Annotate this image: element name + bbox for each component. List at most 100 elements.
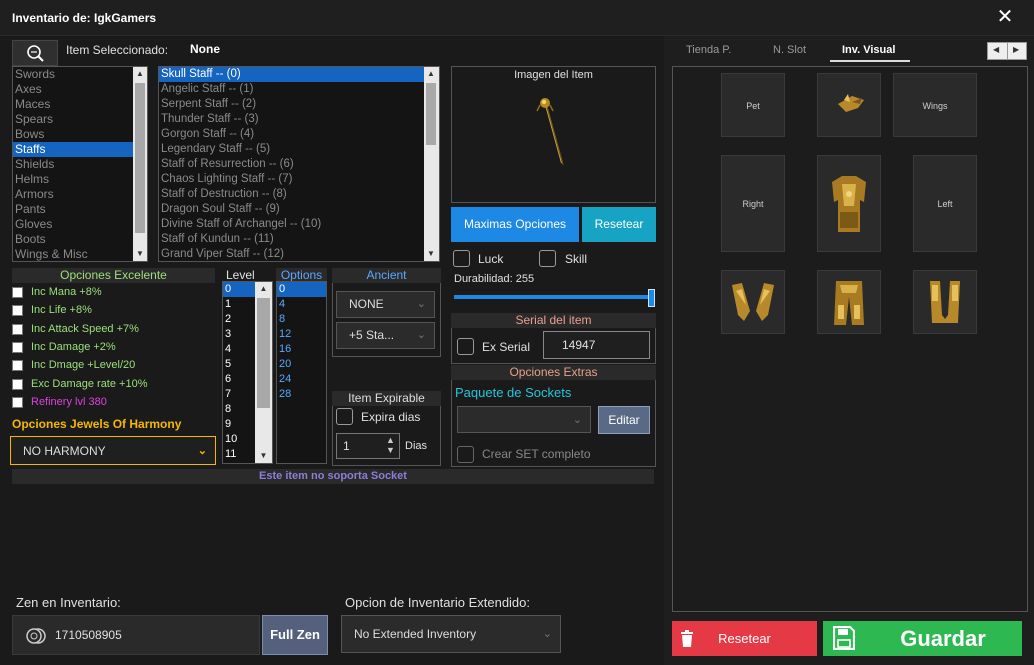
tab-scroller[interactable]: ◀ ▶ [987,42,1027,60]
list-item[interactable]: 16 [277,342,326,357]
checkbox[interactable] [12,360,23,372]
slot-left[interactable]: Left [913,155,977,252]
slot-pants[interactable] [817,270,881,334]
scroll-down-icon[interactable]: ▼ [133,247,147,261]
item-list[interactable]: Skull Staff -- (0) Angelic Staff -- (1) Se… [158,66,440,262]
list-item[interactable]: Angelic Staff -- (1) [159,82,439,97]
list-item[interactable]: Armors [13,187,147,202]
stepper-arrows-icon[interactable]: ▲ ▼ [386,435,395,455]
ancient-option-dropdown[interactable]: +5 Sta... ⌄ [336,322,435,349]
slot-pet[interactable]: Pet [721,73,785,137]
list-item[interactable]: Divine Staff of Archangel -- (10) [159,217,439,232]
harmony-dropdown[interactable]: NO HARMONY ⌄ [10,436,216,465]
list-item[interactable]: Chaos Lighting Staff -- (7) [159,172,439,187]
category-list[interactable]: Swords Axes Maces Spears Bows Staffs Shields He… [12,66,148,262]
list-item[interactable]: Maces [13,97,147,112]
serial-input[interactable]: 14947 [543,331,650,359]
list-item[interactable]: 12 [277,327,326,342]
list-item[interactable]: Staffs [13,142,147,157]
list-item[interactable]: Helms [13,172,147,187]
list-item[interactable]: 8 [277,312,326,327]
durability-slider-thumb[interactable] [648,289,655,307]
list-item[interactable]: Legendary Staff -- (5) [159,142,439,157]
scroll-thumb[interactable] [426,83,436,145]
list-item[interactable]: Wings & Misc [13,247,147,261]
slot-armor[interactable] [817,155,881,252]
list-item[interactable]: Swords [13,67,147,82]
list-item[interactable]: Spears [13,112,147,127]
zen-input[interactable]: 1710508905 [12,615,260,655]
list-item[interactable]: Skull Staff -- (0) [159,67,439,82]
slot-gloves[interactable] [721,270,785,334]
scroll-down-icon[interactable]: ▼ [424,247,438,261]
sockets-dropdown[interactable]: ⌄ [457,406,591,433]
scroll-thumb[interactable] [257,298,270,408]
list-item[interactable]: Boots [13,232,147,247]
list-item[interactable]: 20 [277,357,326,372]
checkbox[interactable] [12,341,23,353]
excellent-option[interactable]: Exc Damage rate +10% [12,375,212,393]
level-scrollbar[interactable]: ▲ ▼ [255,282,272,463]
excellent-option[interactable]: Inc Damage +2% [12,338,212,356]
max-options-button[interactable]: Maximas Opciones [451,207,579,242]
reset-bottom-button[interactable]: Resetear [672,621,817,656]
extended-dropdown[interactable]: No Extended Inventory ⌄ [341,615,561,653]
scroll-up-icon[interactable]: ▲ [424,67,438,81]
scroll-up-icon[interactable]: ▲ [133,67,147,81]
list-item[interactable]: Grand Viper Staff -- (12) [159,247,439,261]
tab-tienda[interactable]: Tienda P. [686,44,731,56]
save-button[interactable]: Guardar [823,621,1022,656]
list-item[interactable]: 4 [277,297,326,312]
skill-checkbox[interactable] [539,250,556,267]
ancient-dropdown[interactable]: NONE ⌄ [336,291,435,318]
full-zen-button[interactable]: Full Zen [262,615,328,655]
scroll-down-icon[interactable]: ▼ [255,449,272,463]
level-list[interactable]: 0 1 2 3 4 5 6 7 8 9 10 11 ▲ ▼ [222,281,273,464]
list-item[interactable]: Gorgon Staff -- (4) [159,127,439,142]
list-item[interactable]: 28 [277,387,326,402]
arrow-left-icon[interactable]: ◀ [993,45,999,54]
slot-helm[interactable] [817,73,881,137]
slot-wings[interactable]: Wings [893,73,977,137]
tab-nslot[interactable]: N. Slot [773,44,806,56]
checkbox[interactable] [12,396,23,408]
edit-button[interactable]: Editar [598,406,650,434]
excellent-option[interactable]: Inc Dmage +Level/20 [12,356,212,374]
list-item[interactable]: Gloves [13,217,147,232]
category-scrollbar[interactable]: ▲ ▼ [133,67,147,261]
list-item[interactable]: Bows [13,127,147,142]
list-item[interactable]: 0 [277,282,326,297]
checkbox[interactable] [12,287,23,298]
excellent-option[interactable]: Inc Life +8% [12,301,212,319]
checkbox[interactable] [12,305,23,317]
list-item[interactable]: Serpent Staff -- (2) [159,97,439,112]
excellent-option[interactable]: Inc Attack Speed +7% [12,320,212,338]
list-item[interactable]: Staff of Kundun -- (11) [159,232,439,247]
options-list[interactable]: 0 4 8 12 16 20 24 28 [276,281,327,464]
expire-days-checkbox[interactable] [336,408,353,425]
list-item[interactable]: Axes [13,82,147,97]
list-item[interactable]: Dragon Soul Staff -- (9) [159,202,439,217]
ex-serial-checkbox[interactable] [457,338,474,355]
luck-checkbox[interactable] [453,250,470,267]
days-stepper[interactable]: 1 ▲ ▼ [336,433,400,459]
reset-button[interactable]: Resetear [582,207,656,242]
list-item[interactable]: Pants [13,202,147,217]
arrow-right-icon[interactable]: ▶ [1013,45,1019,54]
excellent-option[interactable]: Inc Mana +8% [12,283,212,301]
tab-inv-visual[interactable]: Inv. Visual [830,40,910,62]
scroll-up-icon[interactable]: ▲ [255,282,272,296]
excellent-option[interactable]: Refinery lvl 380 [12,393,212,411]
list-item[interactable]: Shields [13,157,147,172]
list-item[interactable]: Staff of Resurrection -- (6) [159,157,439,172]
create-set-checkbox[interactable] [457,446,474,463]
item-scrollbar[interactable]: ▲ ▼ [424,67,439,261]
close-icon[interactable]: ✕ [995,6,1015,28]
list-item[interactable]: Thunder Staff -- (3) [159,112,439,127]
search-button[interactable] [12,40,58,66]
list-item[interactable]: 24 [277,372,326,387]
slot-right[interactable]: Right [721,155,785,252]
checkbox[interactable] [12,323,23,335]
list-item[interactable]: Staff of Destruction -- (8) [159,187,439,202]
slot-boots[interactable] [913,270,977,334]
